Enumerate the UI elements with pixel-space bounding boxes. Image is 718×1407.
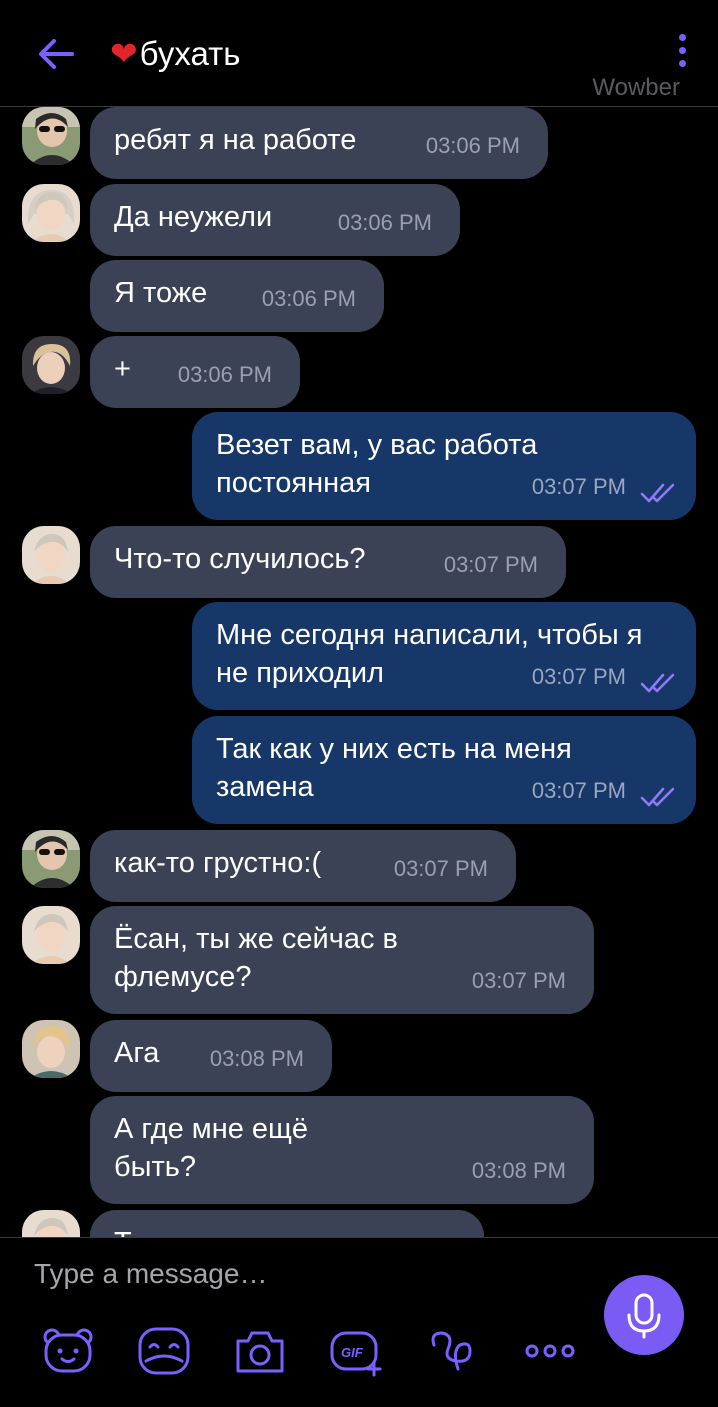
message-bubble-outgoing[interactable]: Так как у них есть на меня замена 03:07 … (192, 716, 696, 824)
message-list[interactable]: ребят я на работе 03:06 PM Да неужели 03… (0, 107, 718, 1237)
message-bubble[interactable]: Ёсан, ты же сейчас в флемусе? 03:07 PM (90, 906, 594, 1014)
message-bubble[interactable]: как-то грустно:( 03:07 PM (90, 830, 516, 902)
sender-avatar[interactable] (22, 906, 80, 964)
message-time: 03:07 PM (471, 968, 566, 993)
message-input[interactable]: Type a message… (34, 1258, 267, 1290)
message-bubble[interactable]: Ага 03:08 PM (90, 1020, 332, 1092)
message-time: 03:07 PM (531, 778, 626, 803)
message-bubble[interactable]: Да неужели 03:06 PM (90, 184, 460, 256)
sender-avatar[interactable] (22, 336, 80, 394)
microphone-button[interactable] (604, 1275, 684, 1355)
back-arrow-icon[interactable] (34, 32, 78, 76)
sender-avatar[interactable] (22, 107, 80, 165)
message-bubble[interactable]: А где мне ещё быть? 03:08 PM (90, 1096, 594, 1204)
gif-icon[interactable]: GIF (328, 1323, 384, 1379)
message-time: 03:07 PM (531, 474, 626, 499)
message-bubble[interactable]: Т (90, 1210, 484, 1237)
message-time: 03:07 PM (531, 664, 626, 689)
chat-title-text: бухать (139, 35, 241, 72)
sender-avatar[interactable] (22, 184, 80, 242)
sticker-bear-icon[interactable] (40, 1323, 96, 1379)
message-text: А где мне ещё быть? (114, 1113, 309, 1183)
message-bubble[interactable]: Я тоже 03:06 PM (90, 260, 384, 332)
sender-avatar[interactable] (22, 526, 80, 584)
message-bubble[interactable]: + 03:06 PM (90, 336, 300, 408)
message-text: Т (114, 1224, 460, 1237)
read-double-check-icon (640, 483, 675, 503)
sender-avatar[interactable] (22, 1020, 80, 1078)
read-double-check-icon (640, 787, 675, 807)
message-bubble[interactable]: ребят я на работе 03:06 PM (90, 107, 548, 179)
message-bubble-outgoing[interactable]: Мне сегодня написали, чтобы я не приходи… (192, 602, 696, 710)
read-double-check-icon (640, 673, 675, 693)
message-composer: Type a message… GIF (0, 1237, 718, 1407)
message-time: 03:08 PM (209, 1046, 304, 1071)
emoji-face-icon[interactable] (136, 1323, 192, 1379)
message-time: 03:07 PM (443, 552, 538, 577)
message-time: 03:08 PM (471, 1158, 566, 1183)
microphone-icon (627, 1293, 661, 1339)
message-time: 03:07 PM (393, 856, 488, 881)
message-time: 03:06 PM (177, 362, 272, 387)
more-options-icon[interactable] (674, 34, 690, 74)
message-bubble-outgoing[interactable]: Везет вам, у вас работа постоянная 03:07… (192, 412, 696, 520)
message-time: 03:06 PM (261, 286, 356, 311)
message-bubble[interactable]: Что-то случилось? 03:07 PM (90, 526, 566, 598)
doodle-icon[interactable] (426, 1323, 482, 1379)
svg-text:GIF: GIF (341, 1345, 364, 1360)
sender-avatar[interactable] (22, 830, 80, 888)
message-text: Ёсан, ты же сейчас в флемусе? (114, 923, 398, 993)
chat-header: ❤бухать Wowber (0, 0, 718, 107)
watermark: Wowber (592, 74, 680, 101)
message-time: 03:06 PM (337, 210, 432, 235)
camera-icon[interactable] (232, 1323, 288, 1379)
sender-avatar[interactable] (22, 1210, 80, 1237)
heart-emoji: ❤ (110, 35, 138, 72)
more-options-dots-icon[interactable] (522, 1323, 578, 1379)
message-time: 03:06 PM (425, 133, 520, 158)
chat-title[interactable]: ❤бухать (110, 32, 240, 76)
